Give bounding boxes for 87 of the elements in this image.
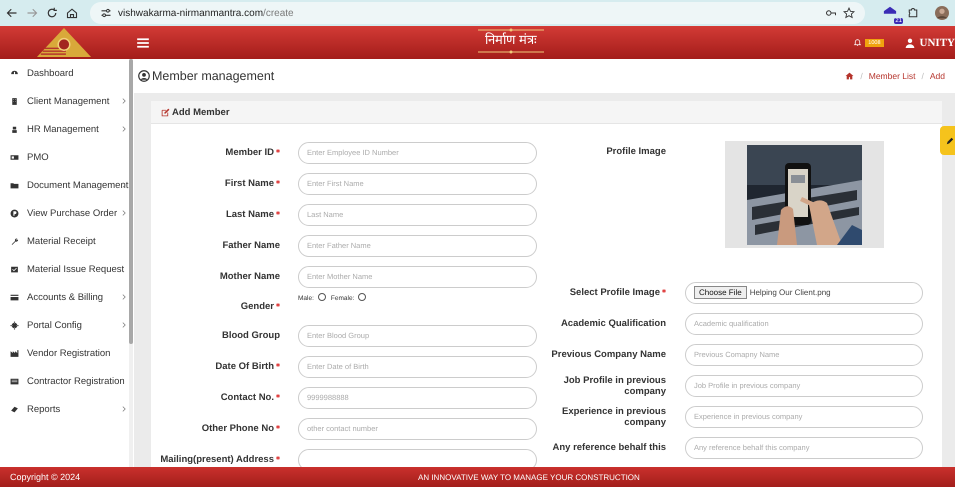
field-label: Previous Company Name [551, 349, 666, 360]
menu-item-icon [10, 320, 19, 330]
home-icon[interactable] [845, 72, 854, 80]
menu-item-icon [10, 180, 19, 190]
chevron-icon [122, 294, 126, 300]
back-icon[interactable] [6, 7, 18, 19]
breadcrumb-link[interactable]: Member List [868, 71, 916, 81]
sidebar-item[interactable]: Client Management [0, 87, 129, 115]
chevron-icon [122, 98, 126, 104]
field-label: Last Name [226, 209, 274, 220]
chevron-icon [122, 406, 126, 412]
puzzle-icon[interactable] [907, 7, 919, 19]
scrollbar-thumb[interactable] [129, 59, 133, 344]
menu-item-icon [10, 236, 19, 246]
sidebar-item[interactable]: Material Receipt [0, 227, 129, 255]
menu-item-icon [10, 264, 19, 274]
sidebar-item[interactable]: Material Issue Request [0, 255, 129, 283]
sidebar-item[interactable]: PMO [0, 143, 129, 171]
field-label: Mailing(present) Address [160, 454, 274, 465]
sidebar-item[interactable]: Vendor Registration [0, 339, 129, 367]
ornament-drawing [478, 50, 544, 54]
address-bar[interactable]: vishwakarma-nirmanmantra.com/create [90, 2, 865, 24]
field-label: Father Name [222, 240, 280, 251]
brand-text: निर्माण मंत्रः [484, 33, 538, 49]
field-label: Mother Name [220, 271, 280, 282]
page-title: Member management [152, 69, 274, 83]
breadcrumb-separator: / [860, 71, 863, 81]
breadcrumb-separator: / [922, 71, 924, 81]
user-icon[interactable] [904, 38, 915, 48]
file-input[interactable]: Choose File Helping Our Client.png [685, 282, 923, 304]
bell-icon[interactable] [853, 38, 862, 47]
field-label: Any reference behalf this [552, 442, 666, 453]
menu-item-icon [10, 376, 19, 386]
input-field[interactable] [298, 448, 537, 467]
user-name[interactable]: UNITY [920, 36, 955, 48]
sidebar-item[interactable]: Portal Config [0, 311, 129, 339]
field-label: Experience in previous company [560, 406, 666, 428]
tagline-text: AN INNOVATIVE WAY TO MANAGE YOUR CONSTRUCTION [418, 472, 640, 482]
field-label: Date Of Birth [215, 361, 274, 372]
menu-item-icon [10, 208, 19, 218]
star-icon[interactable] [843, 7, 855, 19]
sidebar-item[interactable]: View Purchase Order [0, 199, 129, 227]
field-label: Other Phone No [202, 423, 274, 434]
avatar-icon[interactable] [935, 6, 949, 20]
breadcrumb-current: Add [930, 71, 945, 81]
user-circle-icon [138, 70, 150, 82]
home-icon[interactable] [66, 7, 78, 19]
field-label: Member ID [225, 147, 274, 158]
file-name: Helping Our Client.png [750, 288, 831, 297]
field-label: First Name [224, 178, 274, 189]
floating-tab[interactable] [940, 126, 955, 155]
field-label: Select Profile Image [570, 287, 660, 298]
copyright-text: Copyright © 2024 [10, 472, 80, 482]
pyramid-logo[interactable] [35, 27, 93, 58]
sidebar-item[interactable]: Accounts & Billing [0, 283, 129, 311]
card-title: Add Member [172, 106, 230, 118]
menu-item-icon [10, 348, 19, 358]
menu-item-icon [10, 292, 19, 302]
radio-button[interactable] [318, 293, 326, 301]
sidebar-item[interactable]: Dashboard [0, 59, 129, 87]
site-settings-icon[interactable] [100, 7, 112, 19]
menu-item-icon [10, 404, 19, 414]
sidebar-item[interactable]: Contractor Registration [0, 367, 129, 395]
ornament-drawing [478, 28, 544, 32]
field-label: Job Profile in previous company [562, 374, 666, 396]
reload-icon[interactable] [46, 7, 58, 19]
menu-item-icon [10, 124, 19, 134]
edit-icon [161, 108, 170, 116]
menu-icon[interactable] [137, 38, 149, 48]
url-text: vishwakarma-nirmanmantra.com/create [118, 8, 294, 18]
pen-icon [946, 136, 954, 144]
menu-item-icon [10, 96, 19, 106]
sidebar-item[interactable]: Document Management [0, 171, 129, 199]
choose-file-button[interactable]: Choose File [694, 286, 747, 299]
chevron-icon [122, 182, 126, 188]
chevron-icon [122, 126, 126, 132]
field-label: Academic Qualification [560, 318, 666, 329]
field-label: Gender [240, 300, 274, 312]
sidebar-item[interactable]: Reports [0, 395, 129, 423]
chevron-icon [122, 322, 126, 328]
chevron-icon [122, 210, 126, 216]
field-label: Blood Group [222, 330, 280, 341]
menu-item-icon [10, 152, 19, 162]
field-label: Contact No. [220, 392, 274, 403]
field-label: Profile Image [606, 146, 666, 157]
radio-button[interactable] [358, 293, 366, 301]
sidebar-item[interactable]: HR Management [0, 115, 129, 143]
